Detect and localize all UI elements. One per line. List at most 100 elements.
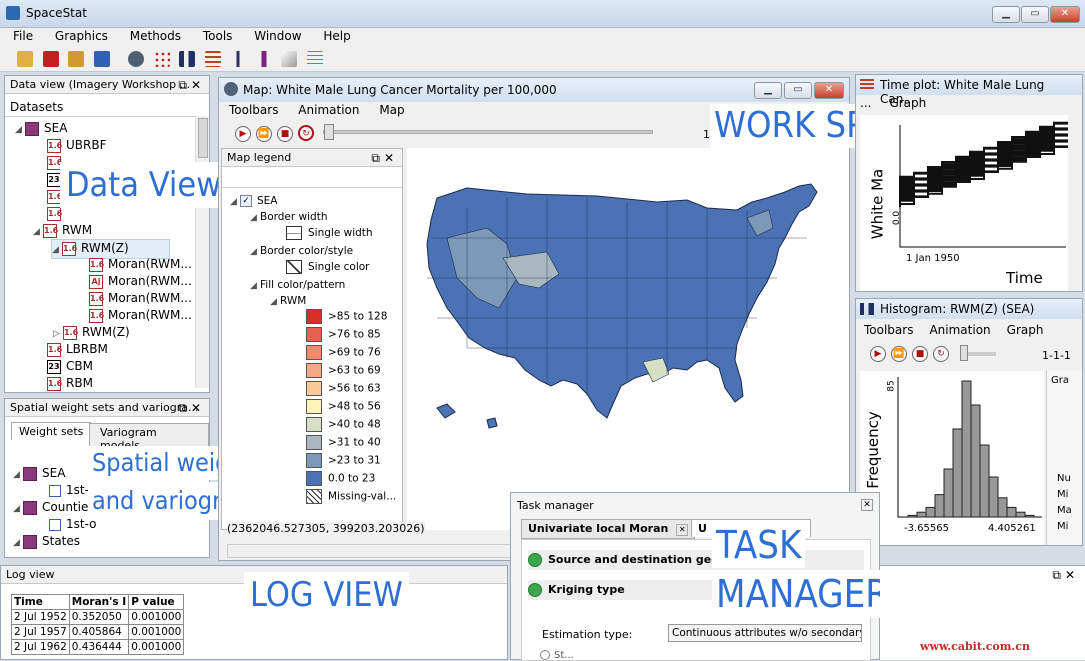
task-manager-close-button[interactable]: ✕ [861,499,873,511]
log-cell: 0.352050 [68,609,130,625]
histogram-title-bar: Histogram: RWM(Z) (SEA) [856,299,1082,319]
map-restore-button[interactable]: ▭ [784,82,812,99]
variable-icon: 1.6 [89,308,104,323]
loop-icon[interactable]: ↻ [298,125,314,141]
map-menu-animation[interactable]: Animation [298,103,359,117]
panel-controls[interactable]: ⧉✕ [178,399,205,416]
legend-swatch [306,489,322,504]
map-menu-toolbars[interactable]: Toolbars [229,103,278,117]
legend-spacer [222,187,402,188]
tree-item[interactable]: ◢ SEA [15,120,67,138]
histogram-chart [897,377,1042,518]
tab-univariate-local-moran[interactable]: Univariate local Moran ✕ [521,519,696,539]
estimation-type-select[interactable]: Continuous attributes w/o secondary [668,624,862,642]
minimize-button[interactable]: ▁ [992,6,1020,23]
time-slider[interactable] [323,124,653,140]
histogram-x-tick-max: 4.405261 [988,523,1036,534]
tree-item[interactable]: Aj Moran(RWM... [89,273,192,289]
surface-icon[interactable] [281,51,297,67]
legend-class-row: >56 to 63 [306,381,381,397]
histogram-bar [979,444,990,518]
log-row: 2 Jul 1957 0.405864 0.001000 [11,624,185,640]
log-view-annotation: LOG VIEW [244,572,409,618]
maximize-button[interactable]: ▭ [1021,6,1049,23]
globe-icon [224,82,238,96]
section-source-destination[interactable]: Source and destination geog [528,550,864,570]
log-column-header: P value [128,594,185,610]
histogram-date-field[interactable]: 1-1-1 [1042,349,1071,362]
variable-icon: 1.6 [43,223,58,238]
menu-file[interactable]: File [13,29,33,43]
scatter-icon[interactable] [153,51,170,67]
tab-weight-sets[interactable]: Weight sets [11,422,92,440]
tree-item[interactable]: 1.6 Moran(RWM... [89,307,192,323]
tree-item[interactable]: 1.6 RBM [47,375,93,391]
tree-item[interactable]: 1.6 Moran(RWM... [89,290,192,306]
panel-controls[interactable]: ⧉✕ [1052,568,1079,583]
histogram-slider[interactable] [960,345,996,361]
tree-item[interactable]: ◢ SEA [13,465,65,483]
histogram-window: Histogram: RWM(Z) (SEA) Toolbars Animatio… [855,298,1083,546]
legend-class-row: >48 to 56 [306,399,381,415]
stop-icon[interactable]: ■ [277,126,293,142]
partial-option[interactable]: St... [540,650,574,661]
estimation-type-label: Estimation type: [542,628,633,641]
tree-item[interactable]: 1.6 UBRBF [47,137,107,153]
menu-graphics[interactable]: Graphics [55,29,108,43]
tab-close-icon[interactable]: ✕ [676,524,689,536]
menu-tools[interactable]: Tools [203,29,233,43]
radio-icon [540,650,550,660]
play-icon[interactable]: ▶ [235,126,251,142]
sea-checkbox[interactable]: ✓ [240,195,252,207]
histogram-side-tab[interactable]: Gra [1051,375,1069,386]
table-icon[interactable] [306,51,323,67]
legend-swatch [306,471,322,486]
play-icon[interactable]: ▶ [870,346,886,362]
tree-item[interactable]: 23 CBM [47,358,93,374]
histogram-bar [916,511,927,518]
tree-item[interactable]: ◢ States [13,533,80,551]
marker-icon[interactable] [255,51,272,67]
tree-item[interactable]: ▷ 1.6 RWM(Z) [53,324,130,342]
fast-forward-icon[interactable]: ⏩ [891,346,907,362]
time-plot-y-tick: 0.0 [892,210,903,226]
log-cell: 0.436444 [68,639,130,655]
histogram-bar [970,404,981,518]
boxplot-icon[interactable] [230,51,246,67]
lines-icon[interactable] [204,51,221,67]
loop-icon[interactable]: ↻ [933,346,949,362]
open-folder-icon[interactable] [17,51,33,67]
coordinates-readout: (2362046.527305, 399203.203026) [227,522,425,535]
tree-item[interactable]: ◢ 1.6 RWM [33,222,92,240]
log-table: Time Moran's IP value 2 Jul 1952 0.352050 0.… [11,594,185,655]
menu-window[interactable]: Window [254,29,301,43]
panel-controls[interactable]: ⧉✕ [178,76,205,93]
tree-item[interactable]: ◢ Counties [13,499,95,517]
bar-chart-icon[interactable] [179,51,195,67]
legend-swatch [306,309,322,324]
legend-swatch [306,381,322,396]
time-plot-title-bar: Time plot: White Male Lung Can... [856,75,1082,106]
globe-icon[interactable] [128,51,144,67]
fast-forward-icon[interactable]: ⏩ [256,126,272,142]
map-close-button[interactable]: ✕ [814,82,844,99]
export-icon[interactable] [93,51,110,67]
data-view-panel: Data view (Imagery Workshop ... ⧉✕ Datas… [4,75,210,393]
data-view-title: Data view (Imagery Workshop ... [10,78,191,91]
close-button[interactable]: ✕ [1050,6,1080,23]
save-icon[interactable] [42,51,59,67]
legend-class-row: >85 to 128 [306,309,387,325]
scrollbar[interactable] [195,116,209,388]
spatial-weights-title-bar: Spatial weight sets and variogra... ⧉✕ [5,399,209,417]
tree-item[interactable]: 1.6 LBRBM [47,341,108,357]
map-canvas[interactable] [407,148,849,530]
menu-help[interactable]: Help [323,29,350,43]
map-menu-map[interactable]: Map [379,103,404,117]
import-icon[interactable] [68,51,84,67]
tree-item[interactable]: 1.6 Moran(RWM... [89,256,192,272]
legend-label: Missing-val... [328,490,397,503]
menu-methods[interactable]: Methods [130,29,181,43]
stop-icon[interactable]: ■ [912,346,928,362]
panel-controls[interactable]: ⧉✕ [371,149,398,166]
map-minimize-button[interactable]: ▁ [754,82,782,99]
